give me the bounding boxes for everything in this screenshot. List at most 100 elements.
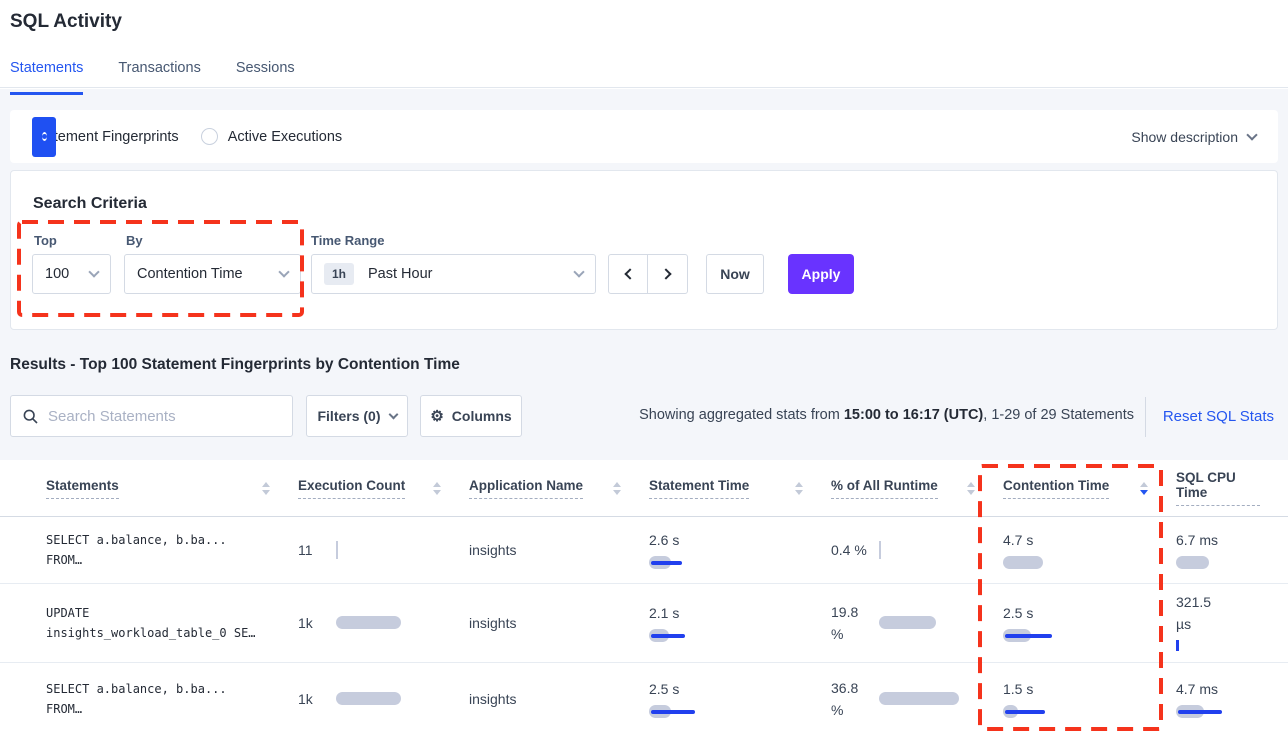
results-heading: Results - Top 100 Statement Fingerprints… xyxy=(10,356,460,374)
next-range-button[interactable] xyxy=(648,255,687,293)
contention-time-cell: 2.5 s xyxy=(1003,602,1176,645)
chevron-down-icon xyxy=(1246,129,1257,140)
radio-unselected-icon[interactable] xyxy=(201,128,218,145)
table-header-row: Statements Execution Count Application N… xyxy=(0,460,1288,517)
search-statements-input[interactable] xyxy=(48,408,280,425)
application-name-cell: insights xyxy=(469,542,649,558)
pct-runtime-cell: 0.4 % xyxy=(831,539,1003,561)
chevron-down-icon xyxy=(278,266,289,277)
tab-bar: Statements Transactions Sessions xyxy=(10,60,295,95)
table-row: UPDATE insights_workload_table_0 SE… 1k … xyxy=(0,584,1288,663)
sort-icon-active-desc[interactable] xyxy=(1140,482,1148,495)
page-title: SQL Activity xyxy=(10,11,122,33)
contention-time-cell: 1.5 s xyxy=(1003,678,1176,721)
header-statement-time[interactable]: Statement Time xyxy=(649,478,831,499)
top-select[interactable]: 100 xyxy=(32,254,111,294)
chevron-left-icon xyxy=(624,268,635,279)
filters-button[interactable]: Filters (0) xyxy=(306,395,408,437)
by-select[interactable]: Contention Time xyxy=(124,254,301,294)
header-application-name[interactable]: Application Name xyxy=(469,478,649,499)
tab-sessions[interactable]: Sessions xyxy=(236,60,295,95)
view-toggle-group: Statement Fingerprints Active Executions xyxy=(32,128,342,145)
sort-icon[interactable] xyxy=(433,482,441,495)
time-range-label: Time Range xyxy=(311,233,384,248)
contention-time-cell: 4.7 s xyxy=(1003,529,1176,572)
search-criteria-heading: Search Criteria xyxy=(33,195,147,213)
statement-time-cell: 2.6 s xyxy=(649,529,831,572)
mini-bar-chart xyxy=(879,541,883,559)
chevron-down-icon xyxy=(388,409,398,419)
columns-button[interactable]: ⚙ Columns xyxy=(420,395,522,437)
time-range-pager xyxy=(608,254,688,294)
reset-sql-stats-link[interactable]: Reset SQL Stats xyxy=(1163,408,1274,425)
chevron-down-icon xyxy=(88,266,99,277)
mini-bar-chart xyxy=(1176,638,1288,656)
time-range-value: Past Hour xyxy=(368,266,432,282)
radio-statement-fingerprints[interactable]: Statement Fingerprints xyxy=(32,129,179,145)
sql-cpu-time-cell: 4.7 ms xyxy=(1176,678,1288,721)
toolbar-divider xyxy=(1145,397,1146,437)
radio-selected-icon[interactable] xyxy=(32,117,56,157)
statements-table: Statements Execution Count Application N… xyxy=(0,460,1288,735)
tab-divider xyxy=(0,87,1288,88)
mini-bar-chart xyxy=(336,541,340,559)
execution-count-cell: 1k xyxy=(298,614,469,632)
execution-count-cell: 11 xyxy=(298,541,469,559)
top-label: Top xyxy=(34,233,57,248)
search-icon xyxy=(23,409,38,424)
pct-runtime-cell: 36.8% xyxy=(831,677,1003,721)
mini-bar-chart xyxy=(1003,554,1176,572)
top-select-value: 100 xyxy=(45,266,69,282)
apply-button[interactable]: Apply xyxy=(788,254,854,294)
mini-bar-chart xyxy=(649,554,831,572)
mini-bar-chart xyxy=(1003,627,1176,645)
tab-statements[interactable]: Statements xyxy=(10,60,83,95)
sort-icon[interactable] xyxy=(262,482,270,495)
mini-bar-chart xyxy=(879,614,883,632)
application-name-cell: insights xyxy=(469,691,649,707)
chevron-right-icon xyxy=(660,268,671,279)
application-name-cell: insights xyxy=(469,615,649,631)
search-criteria-card: Search Criteria Top 100 By Contention Ti… xyxy=(10,170,1278,330)
mini-bar-chart xyxy=(336,614,340,632)
mini-bar-chart xyxy=(1176,554,1288,572)
statement-link[interactable]: UPDATE insights_workload_table_0 SE… xyxy=(46,603,298,643)
mini-bar-chart xyxy=(1003,703,1176,721)
sort-icon[interactable] xyxy=(795,482,803,495)
by-label: By xyxy=(126,233,143,248)
aggregated-stats-text: Showing aggregated stats from 15:00 to 1… xyxy=(639,407,1134,423)
mini-bar-chart xyxy=(336,690,340,708)
show-description-label: Show description xyxy=(1131,129,1238,145)
previous-range-button[interactable] xyxy=(609,255,648,293)
mini-bar-chart xyxy=(649,703,831,721)
sort-icon[interactable] xyxy=(613,482,621,495)
view-toggle-card: Statement Fingerprints Active Executions… xyxy=(10,110,1278,163)
radio-active-executions[interactable]: Active Executions xyxy=(201,128,342,145)
header-sql-cpu-time[interactable]: SQL CPU Time xyxy=(1176,470,1288,506)
search-statements-box xyxy=(10,395,293,437)
filters-label: Filters (0) xyxy=(317,408,380,424)
statement-link[interactable]: SELECT a.balance, b.ba... FROM… xyxy=(46,679,298,719)
table-row: SELECT a.balance, b.ba... FROM… 1k insig… xyxy=(0,663,1288,735)
sql-cpu-time-cell: 321.5 µs xyxy=(1176,591,1288,656)
statement-time-cell: 2.5 s xyxy=(649,678,831,721)
gear-icon: ⚙ xyxy=(430,409,443,424)
time-range-select[interactable]: 1h Past Hour xyxy=(311,254,596,294)
execution-count-cell: 1k xyxy=(298,690,469,708)
by-select-value: Contention Time xyxy=(137,266,243,282)
header-contention-time[interactable]: Contention Time xyxy=(1003,478,1176,499)
now-button[interactable]: Now xyxy=(706,254,764,294)
table-row: SELECT a.balance, b.ba... FROM… 11 insig… xyxy=(0,517,1288,584)
header-pct-all-runtime[interactable]: % of All Runtime xyxy=(831,478,1003,499)
mini-bar-chart xyxy=(649,627,831,645)
tab-transactions[interactable]: Transactions xyxy=(118,60,200,95)
header-statements[interactable]: Statements xyxy=(46,478,298,499)
header-execution-count[interactable]: Execution Count xyxy=(298,478,469,499)
show-description-toggle[interactable]: Show description xyxy=(1131,129,1256,145)
sort-icon[interactable] xyxy=(967,482,975,495)
pct-runtime-cell: 19.8% xyxy=(831,601,1003,645)
radio-label: Active Executions xyxy=(228,129,342,145)
chevron-down-icon xyxy=(573,266,584,277)
columns-label: Columns xyxy=(452,408,512,424)
statement-link[interactable]: SELECT a.balance, b.ba... FROM… xyxy=(46,530,298,570)
